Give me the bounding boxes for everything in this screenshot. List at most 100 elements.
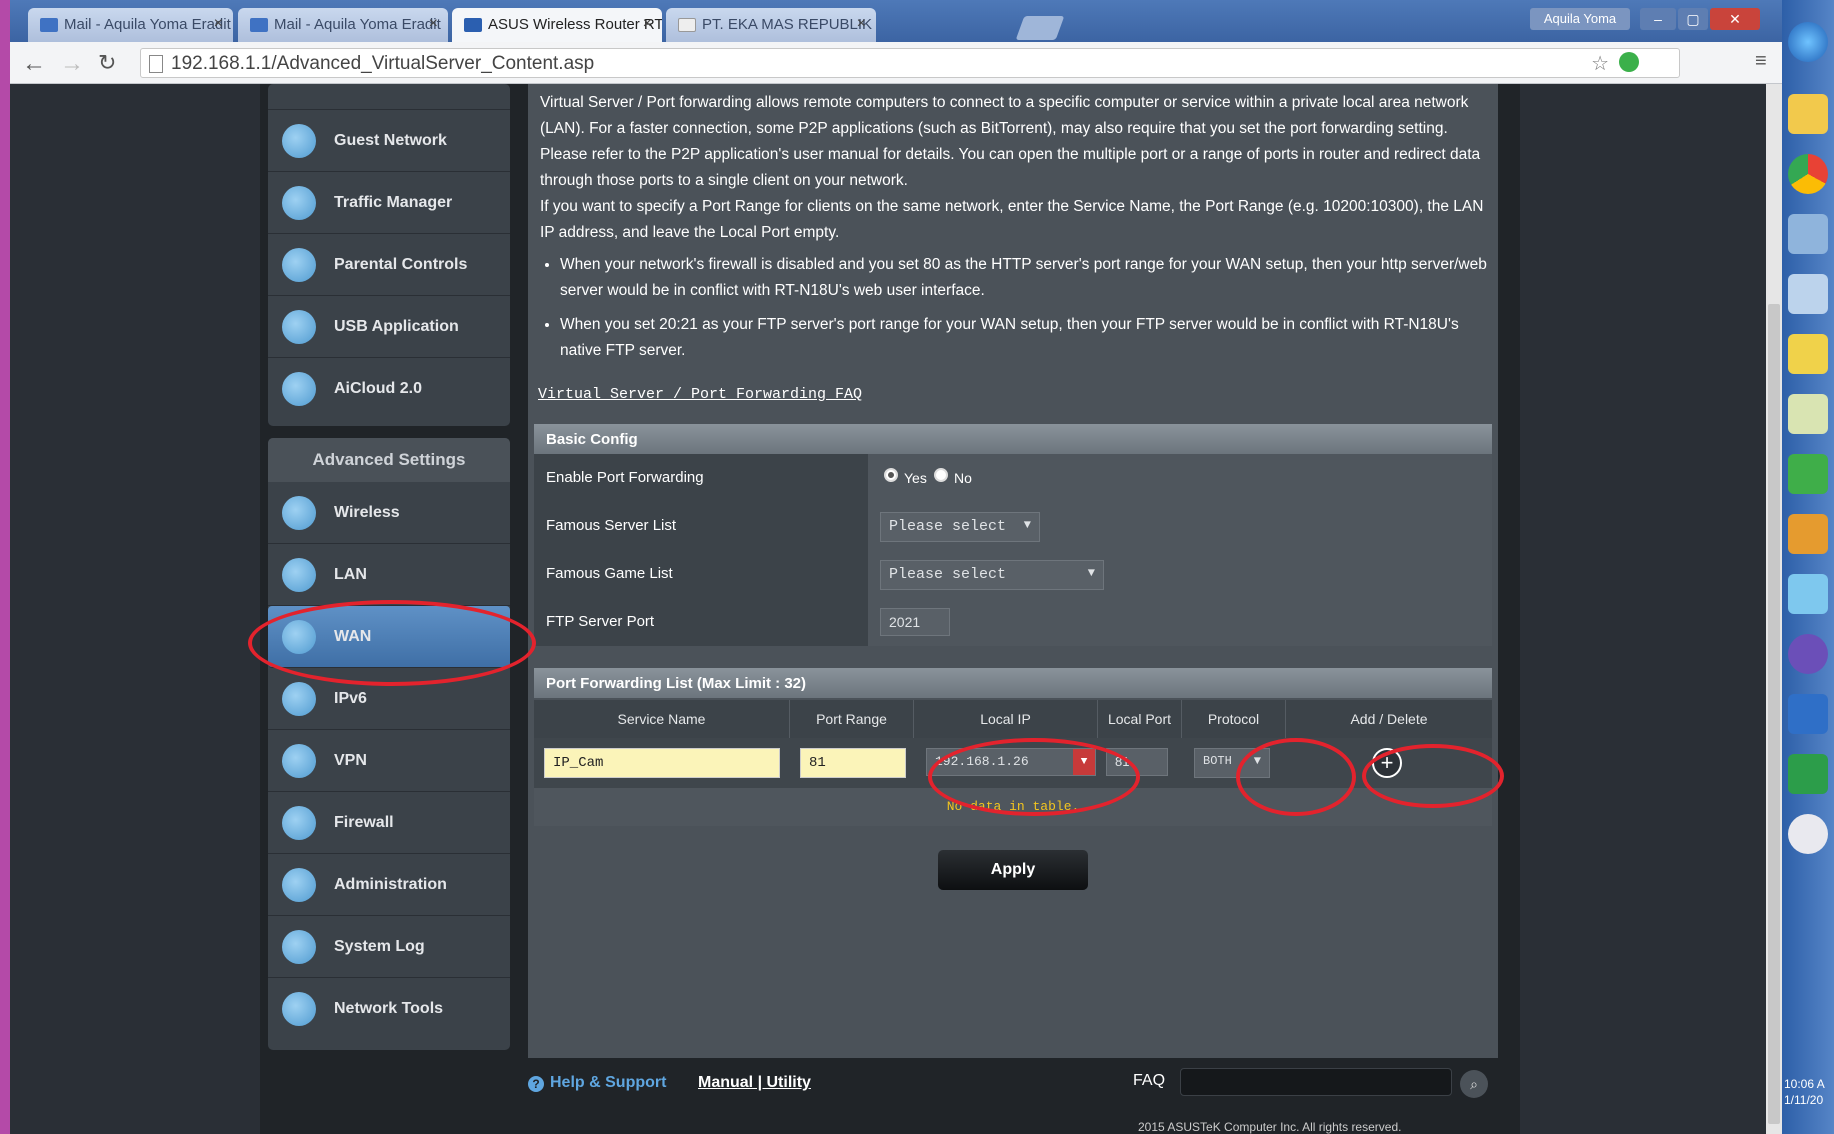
- highlight-ring-wan: [248, 600, 536, 686]
- page-icon: [149, 55, 163, 73]
- maximize-button[interactable]: ▢: [1678, 8, 1708, 30]
- explorer-icon[interactable]: [1788, 94, 1828, 134]
- home-icon: [282, 558, 316, 592]
- scroll-thumb[interactable]: [1768, 304, 1780, 1124]
- notes-list: When your network's firewall is disabled…: [560, 252, 1490, 364]
- sidebar-item-vpn[interactable]: VPN: [268, 730, 510, 792]
- close-icon[interactable]: ×: [214, 15, 223, 33]
- general-menu: Guest Network Traffic Manager Parental C…: [268, 84, 510, 426]
- sidebar-item-administration[interactable]: Administration: [268, 854, 510, 916]
- app-icon[interactable]: [1788, 634, 1828, 674]
- apply-button[interactable]: Apply: [938, 850, 1088, 890]
- star-icon[interactable]: ☆: [1591, 51, 1609, 76]
- sidebar-item-wireless[interactable]: Wireless: [268, 482, 510, 544]
- tab-mail-1[interactable]: Mail - Aquila Yoma Eradit ×: [28, 8, 233, 42]
- close-window-button[interactable]: ✕: [1710, 8, 1760, 30]
- note-item: When your network's firewall is disabled…: [560, 252, 1490, 304]
- description-paragraph: If you want to specify a Port Range for …: [540, 198, 1484, 241]
- back-icon[interactable]: ←: [22, 50, 46, 78]
- famous-game-select[interactable]: Please select ▼: [880, 560, 1104, 590]
- sidebar-item-parental-controls[interactable]: Parental Controls: [268, 234, 510, 296]
- column-header: Protocol: [1182, 700, 1286, 738]
- radio-yes-label: Yes: [904, 470, 927, 486]
- shield-icon: [282, 806, 316, 840]
- scrollbar[interactable]: [1766, 84, 1782, 1134]
- app-icon[interactable]: [1788, 514, 1828, 554]
- service-name-input[interactable]: IP_Cam: [544, 748, 780, 778]
- port-forwarding-list-header: Port Forwarding List (Max Limit : 32): [534, 668, 1492, 698]
- famous-server-row: Famous Server List Please select ▼: [534, 502, 1492, 550]
- field-value: Yes No: [868, 454, 1492, 502]
- famous-server-select[interactable]: Please select ▼: [880, 512, 1040, 542]
- minimize-button[interactable]: –: [1640, 8, 1676, 30]
- field-label: Famous Server List: [534, 502, 868, 550]
- search-icon[interactable]: ⌕: [1460, 1070, 1488, 1098]
- excel-icon[interactable]: [1788, 754, 1828, 794]
- description-paragraph: Virtual Server / Port forwarding allows …: [540, 94, 1481, 189]
- puzzle-icon: [282, 310, 316, 344]
- main-content: Virtual Server / Port forwarding allows …: [528, 84, 1498, 1058]
- ftp-port-input[interactable]: 2021: [880, 608, 950, 636]
- note-item: When you set 20:21 as your FTP server's …: [560, 312, 1490, 364]
- ftp-port-row: FTP Server Port 2021: [534, 598, 1492, 646]
- field-label: Enable Port Forwarding: [534, 454, 868, 502]
- address-bar[interactable]: 192.168.1.1/Advanced_VirtualServer_Conte…: [140, 48, 1680, 78]
- field-value: 2021: [868, 598, 1492, 646]
- basic-config-header: Basic Config: [534, 424, 1492, 454]
- radio-no[interactable]: [934, 468, 948, 482]
- traffic-manager-icon: [282, 186, 316, 220]
- app-icon[interactable]: [1788, 274, 1828, 314]
- app-icon[interactable]: [1788, 574, 1828, 614]
- app-icon[interactable]: [1788, 334, 1828, 374]
- app-icon[interactable]: [1788, 694, 1828, 734]
- sidebar: Guest Network Traffic Manager Parental C…: [268, 84, 510, 1050]
- help-icon: ?: [528, 1076, 544, 1092]
- port-range-input[interactable]: 81: [800, 748, 906, 778]
- copyright: 2015 ASUSTeK Computer Inc. All rights re…: [1138, 1120, 1402, 1134]
- guest-network-icon: [282, 124, 316, 158]
- app-icon[interactable]: [1788, 454, 1828, 494]
- close-icon[interactable]: ×: [857, 15, 866, 33]
- footer: ? Help & Support Manual | Utility FAQ ⌕ …: [528, 1058, 1508, 1134]
- help-support-link[interactable]: Help & Support: [550, 1074, 666, 1092]
- faq-search-input[interactable]: [1180, 1068, 1452, 1096]
- faq-link[interactable]: Virtual Server / Port Forwarding FAQ: [538, 386, 862, 403]
- close-icon[interactable]: ×: [643, 15, 652, 33]
- start-icon[interactable]: [1788, 22, 1828, 62]
- sidebar-item-traffic-manager[interactable]: Traffic Manager: [268, 172, 510, 234]
- sidebar-item-guest-network[interactable]: Guest Network: [268, 110, 510, 172]
- highlight-ring-local-ip: [928, 738, 1140, 816]
- extension-icon[interactable]: [1619, 52, 1639, 72]
- manual-utility-links[interactable]: Manual | Utility: [698, 1074, 811, 1092]
- reload-icon[interactable]: ↻: [98, 50, 116, 76]
- itunes-icon[interactable]: [1788, 814, 1828, 854]
- mail-icon: [40, 18, 58, 32]
- famous-game-row: Famous Game List Please select ▼: [534, 550, 1492, 598]
- close-icon[interactable]: ×: [429, 15, 438, 33]
- sidebar-item-truncated[interactable]: [268, 84, 510, 110]
- tab-asus-router[interactable]: ASUS Wireless Router RT ×: [452, 8, 662, 42]
- tab-mail-2[interactable]: Mail - Aquila Yoma Eradit ×: [238, 8, 448, 42]
- tab-eka-mas[interactable]: PT. EKA MAS REPUBLIK ×: [666, 8, 876, 42]
- sidebar-item-lan[interactable]: LAN: [268, 544, 510, 606]
- app-icon[interactable]: [1788, 214, 1828, 254]
- sidebar-item-firewall[interactable]: Firewall: [268, 792, 510, 854]
- app-icon[interactable]: [1788, 394, 1828, 434]
- field-value: Please select ▼: [868, 550, 1492, 598]
- menu-icon[interactable]: ≡: [1755, 50, 1767, 73]
- chrome-icon[interactable]: [1788, 154, 1828, 194]
- tab-bar: Mail - Aquila Yoma Eradit × Mail - Aquila…: [10, 0, 1782, 42]
- new-tab-button[interactable]: [1015, 16, 1065, 40]
- forward-icon[interactable]: →: [60, 50, 84, 78]
- ipv6-globe-icon: [282, 682, 316, 716]
- faq-label: FAQ: [1133, 1072, 1166, 1089]
- enable-port-forwarding-row: Enable Port Forwarding Yes No: [534, 454, 1492, 502]
- sidebar-item-system-log[interactable]: System Log: [268, 916, 510, 978]
- sidebar-item-usb-application[interactable]: USB Application: [268, 296, 510, 358]
- sidebar-item-network-tools[interactable]: Network Tools: [268, 978, 510, 1040]
- column-header: Add / Delete: [1350, 711, 1428, 727]
- sidebar-item-aicloud[interactable]: AiCloud 2.0: [268, 358, 510, 420]
- field-value: Please select ▼: [868, 502, 1492, 550]
- radio-yes[interactable]: [884, 468, 898, 482]
- user-badge[interactable]: Aquila Yoma: [1530, 8, 1630, 30]
